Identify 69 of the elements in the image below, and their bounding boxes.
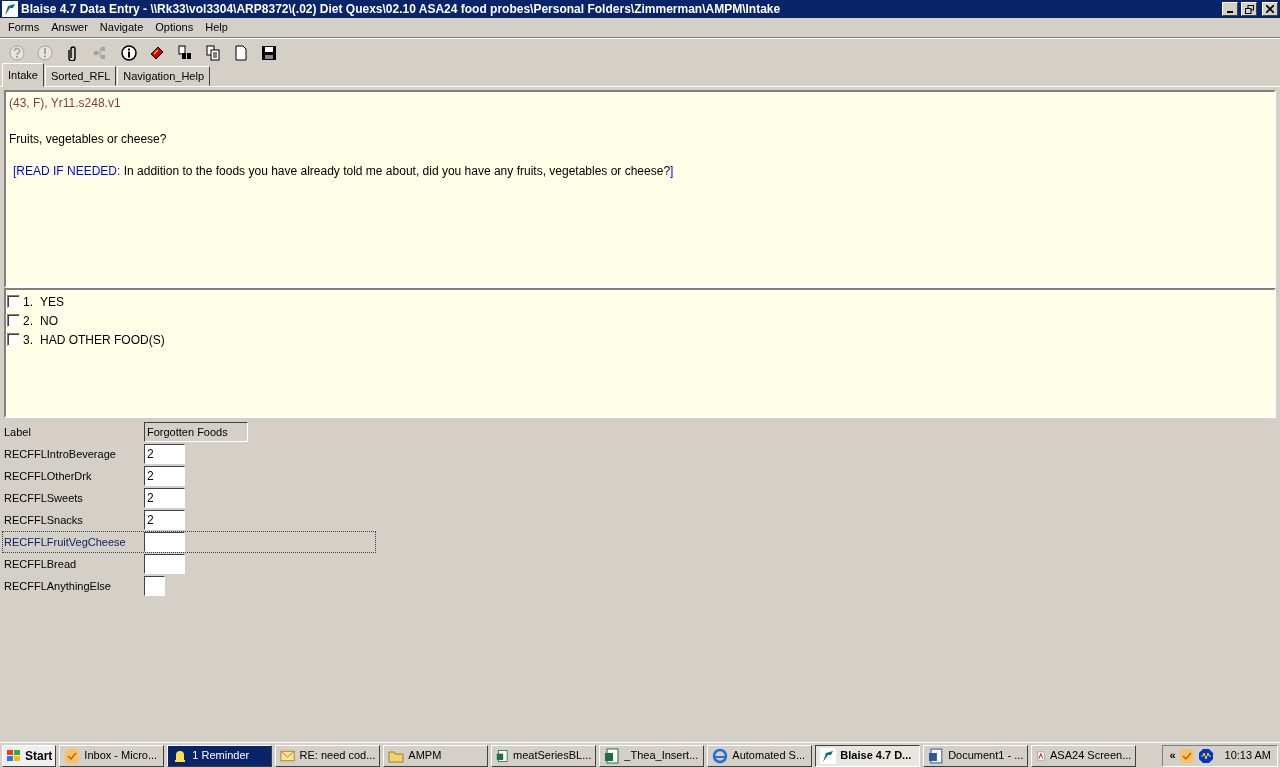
taskbar-button[interactable]: 1 Reminder bbox=[167, 744, 273, 767]
start-button[interactable]: Start bbox=[2, 744, 57, 767]
checkbox[interactable] bbox=[7, 333, 20, 346]
app-icon bbox=[820, 747, 837, 764]
menu-item[interactable]: Forms bbox=[2, 19, 46, 36]
tab[interactable]: Sorted_RFL bbox=[44, 65, 117, 86]
mail-app-icon[interactable] bbox=[1178, 747, 1195, 764]
info-icon[interactable] bbox=[121, 44, 137, 61]
app-icon bbox=[2, 1, 18, 17]
document-icon bbox=[928, 747, 945, 764]
field-label: RECFFLSnacks bbox=[3, 512, 84, 528]
input-field[interactable] bbox=[144, 576, 165, 596]
minimize-button[interactable] bbox=[1222, 2, 1238, 16]
tab[interactable]: Navigation_Help bbox=[117, 65, 210, 86]
taskbar-button[interactable]: meatSeriesBL... bbox=[491, 744, 597, 767]
close-button[interactable] bbox=[1262, 2, 1278, 16]
input-field[interactable] bbox=[144, 532, 185, 552]
tray-expand-button[interactable]: « bbox=[1169, 747, 1176, 764]
taskbar-button[interactable]: ASA24 Screen... bbox=[1031, 744, 1137, 767]
menu-item[interactable]: Answer bbox=[45, 19, 94, 36]
taskbar-button[interactable]: RE: need cod... bbox=[275, 744, 381, 767]
restore-button[interactable] bbox=[1241, 2, 1257, 16]
save-icon[interactable] bbox=[261, 44, 277, 61]
field-label: RECFFLOtherDrk bbox=[3, 468, 93, 484]
input-field[interactable] bbox=[144, 554, 185, 574]
browser-icon bbox=[712, 747, 729, 764]
input-field[interactable]: 2 bbox=[144, 510, 185, 530]
option-number: 1. bbox=[23, 293, 33, 311]
spreadsheet-icon bbox=[496, 747, 510, 764]
flag-icon bbox=[6, 748, 22, 763]
page-icon[interactable] bbox=[233, 44, 249, 61]
field-label: RECFFLAnythingElse bbox=[3, 578, 112, 594]
question-header: (43, F), Yr11.s248.v1 bbox=[9, 95, 122, 112]
option-number: 3. bbox=[23, 331, 33, 349]
option-label[interactable]: NO bbox=[40, 311, 58, 330]
restore-icon bbox=[1244, 4, 1254, 14]
clock: 10:13 AM bbox=[1224, 748, 1271, 764]
question-text: Fruits, vegetables or cheese? bbox=[9, 131, 168, 148]
field-label: Label bbox=[3, 424, 32, 440]
field-label: RECFFLBread bbox=[3, 556, 78, 572]
checkbox[interactable] bbox=[7, 295, 20, 308]
option-label[interactable]: HAD OTHER FOOD(S) bbox=[40, 330, 165, 349]
checkbox[interactable] bbox=[7, 314, 20, 327]
taskbar-button[interactable]: AMPM bbox=[383, 744, 489, 767]
field-label: RECFFLSweets bbox=[3, 490, 84, 506]
field-label: RECFFLFruitVegCheese bbox=[3, 534, 127, 550]
menu-item[interactable]: Navigate bbox=[93, 19, 150, 36]
tab[interactable]: Intake bbox=[2, 62, 44, 87]
input-field[interactable]: 2 bbox=[144, 488, 185, 508]
mail-app-icon bbox=[64, 747, 81, 764]
menu-item[interactable]: Options bbox=[149, 19, 200, 36]
label-value: Forgotten Foods bbox=[144, 422, 248, 442]
taskbar-button[interactable]: _Thea_Insert... bbox=[599, 744, 705, 767]
option-label[interactable]: YES bbox=[40, 292, 65, 311]
network-monitor-icon[interactable] bbox=[1197, 747, 1214, 764]
close-icon bbox=[1266, 5, 1274, 13]
input-field[interactable]: 2 bbox=[144, 444, 185, 464]
option-number: 2. bbox=[23, 312, 33, 330]
interviewer-instruction: [READ IF NEEDED: In addition to the foods you have already told me about, did you have any fruits, vegetables or cheese?] bbox=[13, 163, 675, 180]
copy-icon[interactable] bbox=[205, 44, 221, 61]
taskbar-button[interactable]: Automated S... bbox=[707, 744, 813, 767]
menu-item[interactable]: Help bbox=[199, 19, 234, 36]
taskbar-button[interactable]: Document1 - ... bbox=[923, 744, 1029, 767]
input-field[interactable]: 2 bbox=[144, 466, 185, 486]
taskbar-button[interactable]: Inbox - Micro... bbox=[59, 744, 165, 767]
taskbar-button[interactable]: Blaise 4.7 D... bbox=[815, 744, 921, 767]
window-title: Blaise 4.7 Data Entry - \\Rk33\vol3304\ARP8372\(.02) Diet Quexs\02.10 ASA24 food probes\Personal Folders\Zimmerman\AMPM\Intake bbox=[21, 1, 782, 18]
field-label: RECFFLIntroBeverage bbox=[3, 446, 117, 462]
spreadsheet-icon bbox=[604, 747, 621, 764]
